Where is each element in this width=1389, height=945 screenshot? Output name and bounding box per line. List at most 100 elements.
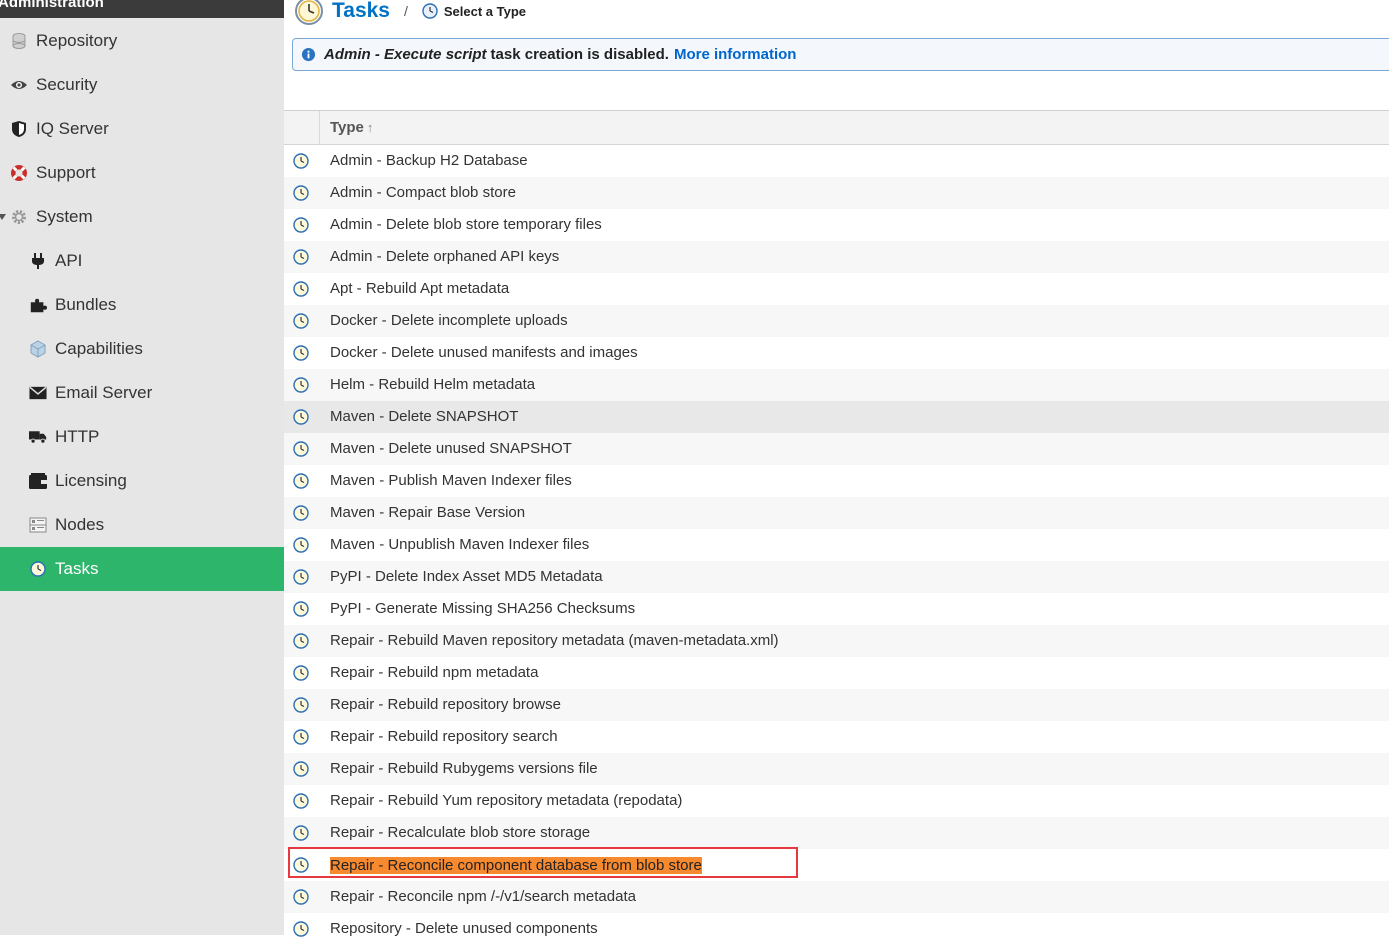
plug-icon: [29, 252, 47, 270]
table-row[interactable]: Repair - Rebuild repository browse: [284, 689, 1389, 721]
table-row[interactable]: Maven - Delete SNAPSHOT: [284, 401, 1389, 433]
table-row[interactable]: Repair - Rebuild Rubygems versions file: [284, 753, 1389, 785]
table-row[interactable]: Admin - Compact blob store: [284, 177, 1389, 209]
clock-icon: [293, 441, 309, 461]
task-type-label: Admin - Backup H2 Database: [330, 152, 528, 169]
clock-icon: [293, 697, 309, 717]
table-row[interactable]: Repository - Delete unused components: [284, 913, 1389, 945]
task-type-label: Admin - Compact blob store: [330, 184, 516, 201]
sidebar-item-capabilities[interactable]: Capabilities: [0, 327, 284, 371]
icon-column-header: [284, 111, 320, 145]
task-type-label: Repair - Recalculate blob store storage: [330, 824, 591, 841]
task-type-label: Repository - Delete unused components: [330, 920, 598, 937]
table-row[interactable]: Maven - Repair Base Version: [284, 497, 1389, 529]
task-type-label: Maven - Publish Maven Indexer files: [330, 472, 572, 489]
envelope-icon: [29, 384, 47, 402]
more-information-link[interactable]: More information: [674, 46, 797, 63]
clock-icon: [293, 825, 309, 845]
clock-icon: [293, 889, 309, 909]
sidebar-item-label: Repository: [36, 31, 118, 50]
expand-caret-icon[interactable]: [0, 214, 6, 220]
sidebar-item-http[interactable]: HTTP: [0, 415, 284, 459]
table-row[interactable]: Repair - Rebuild Maven repository metada…: [284, 625, 1389, 657]
server-icon: [29, 516, 47, 534]
table-row[interactable]: Repair - Rebuild npm metadata: [284, 657, 1389, 689]
table-row[interactable]: Docker - Delete incomplete uploads: [284, 305, 1389, 337]
cube-icon: [29, 340, 47, 358]
task-type-label: Repair - Rebuild npm metadata: [330, 664, 539, 681]
task-type-label: Repair - Reconcile npm /-/v1/search meta…: [330, 888, 636, 905]
task-type-label: Docker - Delete incomplete uploads: [330, 312, 568, 329]
clock-icon: [293, 313, 309, 333]
database-icon: [10, 32, 28, 50]
sidebar-item-email-server[interactable]: Email Server: [0, 371, 284, 415]
sidebar: Administration Repository Security IQ Serv…: [0, 0, 284, 935]
table-row[interactable]: Repair - Rebuild repository search: [284, 721, 1389, 753]
task-type-label: Maven - Repair Base Version: [330, 504, 526, 521]
sidebar-item-licensing[interactable]: Licensing: [0, 459, 284, 503]
table-row[interactable]: PyPI - Delete Index Asset MD5 Metadata: [284, 561, 1389, 593]
sidebar-item-system[interactable]: System: [0, 195, 284, 239]
table-row[interactable]: Docker - Delete unused manifests and ima…: [284, 337, 1389, 369]
task-type-label: Maven - Unpublish Maven Indexer files: [330, 536, 590, 553]
truck-icon: [29, 428, 47, 446]
sidebar-header: Administration: [0, 0, 284, 18]
task-type-label: Admin - Delete orphaned API keys: [330, 248, 560, 265]
table-row[interactable]: PyPI - Generate Missing SHA256 Checksums: [284, 593, 1389, 625]
clock-icon: [293, 729, 309, 749]
task-type-label: Maven - Delete unused SNAPSHOT: [330, 440, 572, 457]
sidebar-item-tasks[interactable]: Tasks: [0, 547, 284, 591]
sidebar-item-security[interactable]: Security: [0, 63, 284, 107]
sidebar-item-iq-server[interactable]: IQ Server: [0, 107, 284, 151]
sidebar-item-nodes[interactable]: Nodes: [0, 503, 284, 547]
sidebar-item-label: HTTP: [55, 427, 100, 446]
sidebar-item-label: Bundles: [55, 295, 117, 314]
task-type-label: Repair - Rebuild repository browse: [330, 696, 561, 713]
task-type-label: Repair - Rebuild Maven repository metada…: [330, 632, 779, 649]
clock-icon: [293, 665, 309, 685]
clock-icon: [293, 377, 309, 397]
clock-icon: [293, 409, 309, 429]
type-column-header[interactable]: Type ↑: [330, 111, 373, 145]
breadcrumb-current: Select a Type: [443, 3, 527, 19]
table-row[interactable]: Admin - Delete blob store temporary file…: [284, 209, 1389, 241]
sidebar-item-label: API: [55, 251, 83, 270]
task-type-label: Repair - Rebuild Rubygems versions file: [330, 760, 598, 777]
type-column-label: Type: [330, 119, 364, 136]
table-row[interactable]: Maven - Unpublish Maven Indexer files: [284, 529, 1389, 561]
table-row[interactable]: Repair - Rebuild Yum repository metadata…: [284, 785, 1389, 817]
clock-icon: [293, 345, 309, 365]
clock-icon: [293, 153, 309, 173]
info-notice: Admin - Execute script task creation is …: [292, 38, 1389, 71]
clock-icon: [293, 217, 309, 237]
clock-icon: [29, 560, 47, 578]
eye-icon: [10, 76, 28, 94]
table-row[interactable]: Helm - Rebuild Helm metadata: [284, 369, 1389, 401]
task-type-label: Repair - Rebuild Yum repository metadata…: [330, 792, 683, 809]
clock-icon: [293, 633, 309, 653]
table-row[interactable]: Admin - Delete orphaned API keys: [284, 241, 1389, 273]
task-type-label: PyPI - Generate Missing SHA256 Checksums: [330, 600, 636, 617]
table-row[interactable]: Maven - Delete unused SNAPSHOT: [284, 433, 1389, 465]
wallet-icon: [29, 472, 47, 490]
table-row[interactable]: Repair - Recalculate blob store storage: [284, 817, 1389, 849]
sidebar-item-label: System: [36, 207, 93, 226]
table-row[interactable]: Apt - Rebuild Apt metadata: [284, 273, 1389, 305]
table-row[interactable]: Admin - Backup H2 Database: [284, 145, 1389, 177]
clock-icon: [293, 537, 309, 557]
clock-icon: [293, 601, 309, 621]
breadcrumb-tasks-link[interactable]: Tasks: [332, 0, 390, 23]
clock-icon: [293, 761, 309, 781]
sidebar-item-label: Email Server: [55, 383, 153, 402]
breadcrumb: Tasks / Select a Type: [294, 0, 526, 28]
sidebar-item-support[interactable]: Support: [0, 151, 284, 195]
sidebar-item-repository[interactable]: Repository: [0, 19, 284, 63]
clock-icon: [422, 3, 438, 19]
clock-icon: [293, 793, 309, 813]
table-row[interactable]: Maven - Publish Maven Indexer files: [284, 465, 1389, 497]
sidebar-item-label: Tasks: [55, 559, 99, 578]
sidebar-item-label: Support: [36, 163, 96, 182]
sidebar-item-bundles[interactable]: Bundles: [0, 283, 284, 327]
table-row[interactable]: Repair - Reconcile npm /-/v1/search meta…: [284, 881, 1389, 913]
sidebar-item-api[interactable]: API: [0, 239, 284, 283]
